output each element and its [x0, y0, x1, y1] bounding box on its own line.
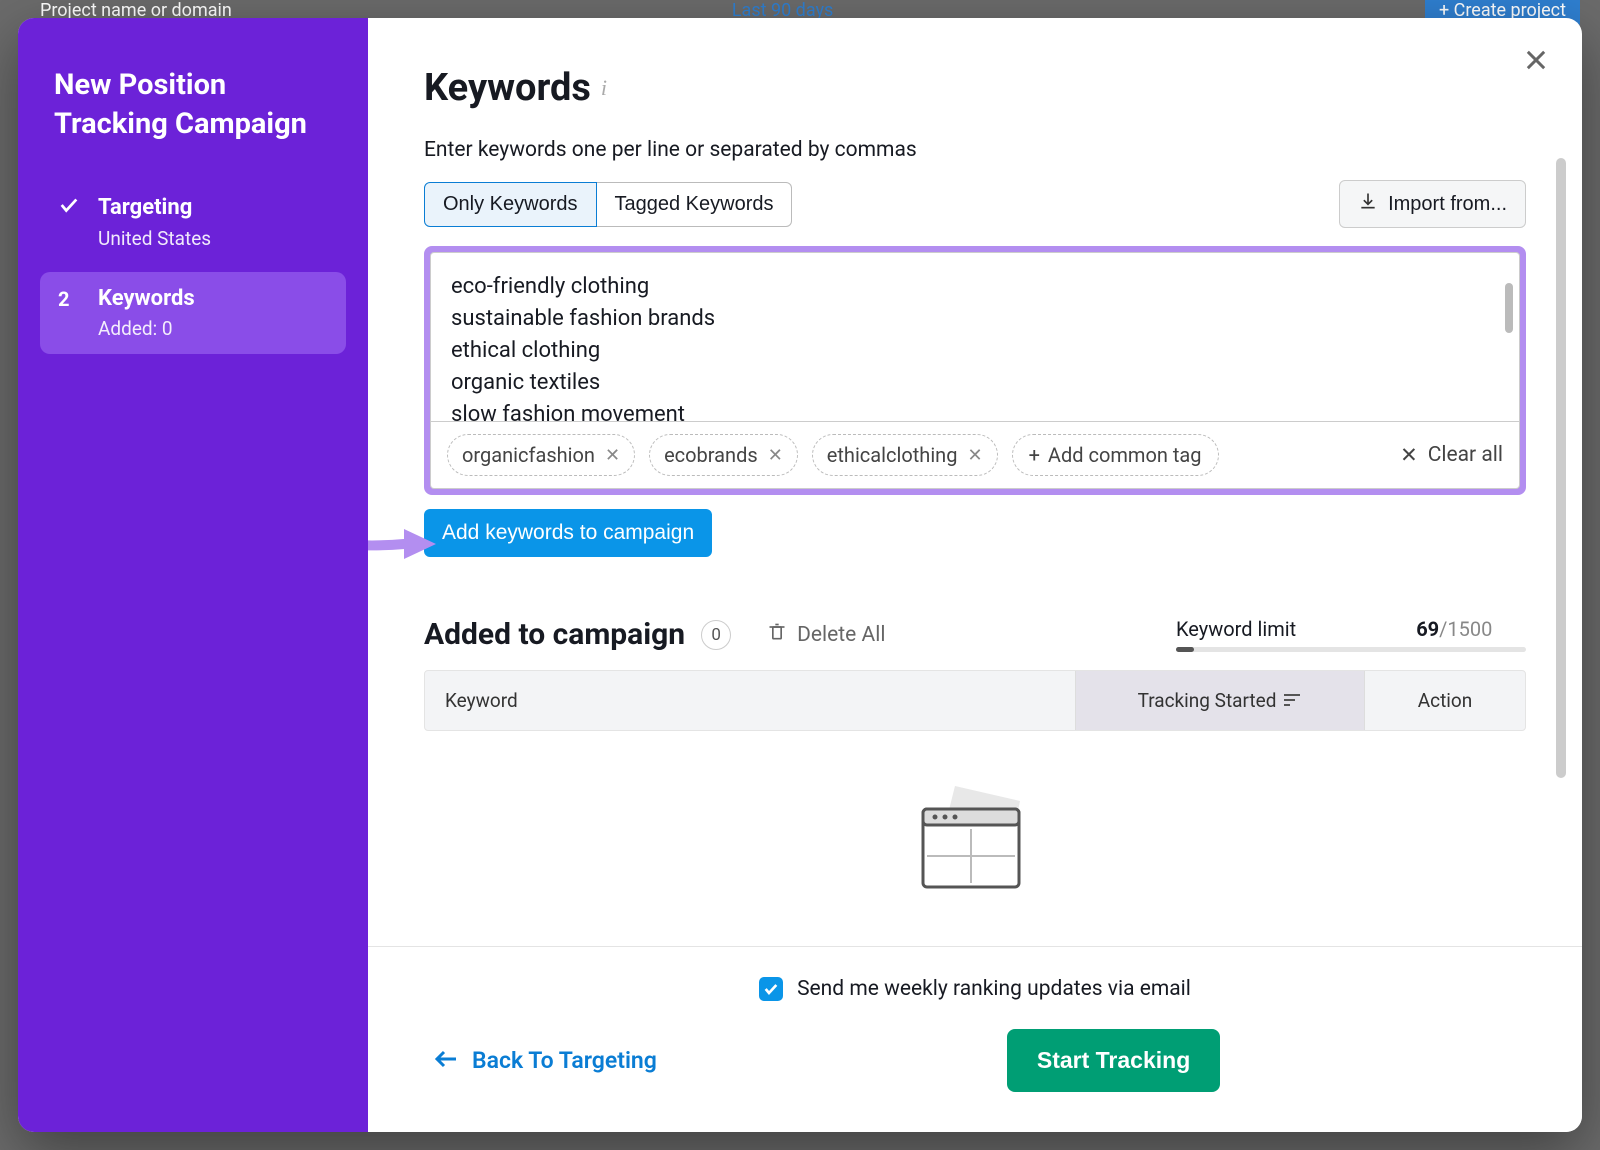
back-label: Back To Targeting: [472, 1047, 657, 1074]
step-keywords[interactable]: 2 Keywords Added: 0: [40, 272, 346, 354]
limit-progress-bar: [1176, 647, 1526, 652]
download-icon: [1358, 191, 1378, 217]
tag-row: organicfashion ✕ ecobrands ✕ ethicalclot…: [430, 422, 1520, 489]
column-action: Action: [1365, 671, 1525, 730]
modal-footer: Send me weekly ranking updates via email…: [368, 946, 1582, 1132]
page-title: Keywords i: [424, 66, 1526, 110]
tag-label: ecobrands: [664, 443, 758, 467]
instruction-text: Enter keywords one per line or separated…: [424, 138, 1526, 162]
add-tag-label: Add common tag: [1048, 443, 1202, 467]
wizard-title: New Position Tracking Campaign: [40, 66, 346, 144]
sort-icon: [1284, 689, 1302, 712]
delete-all-label: Delete All: [797, 623, 885, 647]
keywords-textarea[interactable]: eco-friendly clothing sustainable fashio…: [430, 252, 1520, 422]
tag-pill[interactable]: ecobrands ✕: [649, 434, 798, 476]
step-number: 2: [58, 287, 82, 311]
delete-all-button[interactable]: Delete All: [767, 621, 885, 649]
weekly-updates-label: Send me weekly ranking updates via email: [797, 977, 1191, 1001]
add-keywords-button[interactable]: Add keywords to campaign: [424, 509, 712, 557]
step-label: Keywords: [98, 286, 195, 311]
keyword-input-area: eco-friendly clothing sustainable fashio…: [424, 246, 1526, 495]
remove-tag-icon[interactable]: ✕: [605, 445, 620, 466]
tag-pill[interactable]: organicfashion ✕: [447, 434, 635, 476]
limit-label: Keyword limit: [1176, 617, 1296, 641]
trash-icon: [767, 621, 787, 649]
background-header: Project name or domain Last 90 days + Cr…: [0, 0, 1600, 20]
close-icon: ✕: [1400, 443, 1418, 468]
add-common-tag-button[interactable]: + Add common tag: [1012, 434, 1219, 476]
added-title: Added to campaign: [424, 617, 685, 652]
tag-pill[interactable]: ethicalclothing ✕: [812, 434, 998, 476]
tagged-keywords-toggle[interactable]: Tagged Keywords: [597, 182, 793, 227]
modal: New Position Tracking Campaign Targeting…: [18, 18, 1582, 1132]
keyword-table-header: Keyword Tracking Started Action: [424, 670, 1526, 731]
column-tracking-started[interactable]: Tracking Started: [1075, 671, 1365, 730]
only-keywords-toggle[interactable]: Only Keywords: [424, 182, 597, 227]
step-sublabel: Added: 0: [98, 317, 328, 340]
clear-all-label: Clear all: [1428, 443, 1503, 467]
import-from-button[interactable]: Import from...: [1339, 180, 1526, 228]
textarea-scrollbar[interactable]: [1505, 283, 1513, 333]
empty-state-illustration: [905, 781, 1045, 901]
step-sublabel: United States: [98, 227, 328, 250]
wizard-sidebar: New Position Tracking Campaign Targeting…: [18, 18, 368, 1132]
keyword-mode-toggle: Only Keywords Tagged Keywords: [424, 182, 792, 227]
plus-icon: +: [1029, 443, 1040, 467]
main-panel: Keywords i Enter keywords one per line o…: [368, 18, 1582, 1132]
start-tracking-button[interactable]: Start Tracking: [1007, 1029, 1220, 1092]
tag-label: organicfashion: [462, 443, 595, 467]
import-label: Import from...: [1388, 193, 1507, 216]
added-to-campaign-section: Added to campaign 0 Delete All Keyword l…: [424, 617, 1526, 901]
check-icon: [58, 194, 82, 221]
remove-tag-icon[interactable]: ✕: [967, 445, 982, 466]
step-targeting[interactable]: Targeting United States: [40, 180, 346, 264]
weekly-updates-checkbox[interactable]: [759, 977, 783, 1001]
step-label: Targeting: [98, 195, 192, 220]
clear-all-button[interactable]: ✕ Clear all: [1400, 443, 1503, 468]
scrollbar[interactable]: [1556, 158, 1566, 778]
tag-label: ethicalclothing: [827, 443, 958, 467]
added-count-badge: 0: [701, 620, 731, 650]
limit-used: 69: [1416, 617, 1439, 641]
keyword-limit: Keyword limit 69/1500: [1176, 617, 1526, 652]
info-icon[interactable]: i: [601, 75, 607, 101]
page-title-text: Keywords: [424, 66, 591, 110]
limit-total: /1500: [1439, 617, 1492, 641]
column-keyword[interactable]: Keyword: [425, 671, 1075, 730]
back-to-targeting-link[interactable]: Back To Targeting: [434, 1047, 657, 1074]
remove-tag-icon[interactable]: ✕: [768, 445, 783, 466]
close-button[interactable]: [1522, 46, 1550, 78]
arrow-left-icon: [434, 1047, 458, 1074]
column-label: Tracking Started: [1138, 689, 1277, 712]
keywords-text: eco-friendly clothing sustainable fashio…: [451, 271, 1499, 422]
